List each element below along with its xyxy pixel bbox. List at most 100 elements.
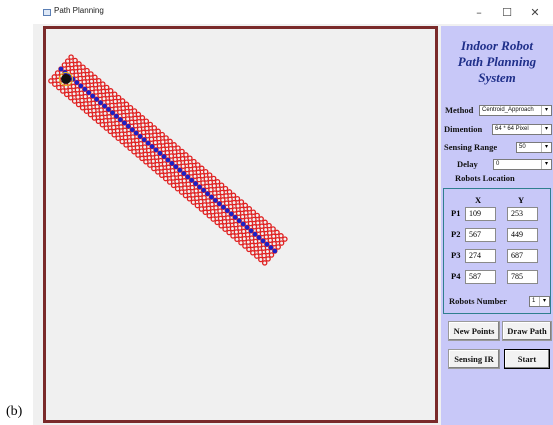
maximize-icon[interactable]: ☐	[495, 4, 519, 22]
path-dot	[141, 137, 147, 143]
sensing-circle	[155, 128, 161, 135]
p4-y-input[interactable]: 785	[507, 270, 538, 284]
sensing-circle	[222, 226, 228, 232]
sensing-circle	[165, 164, 172, 171]
sensing-circle	[81, 79, 87, 85]
sensing-circle	[124, 116, 131, 122]
path-canvas[interactable]	[43, 26, 438, 423]
sensing-circle	[154, 161, 160, 168]
close-icon[interactable]: ✕	[523, 4, 547, 22]
sensing-circle	[163, 142, 170, 149]
path-dot	[98, 100, 103, 105]
sensing-circle	[243, 210, 249, 216]
sensing-circle	[218, 223, 224, 229]
sensing-circle	[175, 152, 182, 159]
sensing-circle	[245, 239, 252, 245]
start-button[interactable]: Start	[504, 349, 550, 369]
dimention-select[interactable]: 64 * 64 Pixel ▾	[492, 124, 552, 135]
sensing-circle	[48, 78, 54, 84]
sensing-circle	[166, 179, 173, 185]
path-dot	[209, 194, 214, 200]
sensing-circle	[178, 182, 184, 188]
sensing-circle	[202, 168, 209, 175]
sensing-circle	[126, 138, 133, 144]
sensing-circle	[160, 139, 166, 145]
path-dot	[122, 120, 127, 126]
p3-x-input[interactable]: 274	[465, 249, 496, 263]
method-select[interactable]: Centroid_Approach ▾	[479, 105, 552, 116]
sensing-circle	[100, 81, 106, 87]
sensing-circle	[131, 148, 137, 155]
sensing-circle	[230, 233, 236, 239]
sensing-circle	[159, 131, 165, 138]
sensing-circle	[217, 208, 223, 214]
sensing-circle	[260, 245, 267, 251]
p2-x-input[interactable]: 567	[465, 228, 496, 242]
control-panel: Indoor Robot Path Planning System Method…	[441, 26, 553, 425]
robots-number-select[interactable]: 1 ▾	[529, 296, 550, 307]
sensing-circle	[99, 114, 105, 121]
sensing-circle	[79, 105, 86, 111]
path-dot	[232, 215, 238, 220]
sensing-circle	[267, 237, 274, 244]
robot-row-label: P2	[451, 229, 461, 239]
sensing-circle	[238, 239, 244, 246]
path-dot	[58, 66, 64, 72]
title-bar[interactable]: Path Planning – ☐ ✕	[33, 0, 553, 24]
sensing-circle	[60, 88, 66, 94]
sensing-circle	[188, 170, 194, 176]
sensing-circle	[195, 169, 202, 176]
sensing-circle	[138, 148, 145, 154]
sensing-circle	[61, 62, 68, 68]
sensing-circle	[247, 213, 253, 219]
sensing-circle	[116, 102, 122, 108]
sensing-circle	[104, 92, 111, 98]
sensing-circle	[86, 97, 93, 103]
draw-path-button[interactable]: Draw Path	[502, 321, 552, 341]
sensing-circle	[238, 199, 245, 205]
sensing-circle	[56, 84, 62, 91]
sensing-circle	[147, 162, 153, 168]
sensing-circle	[123, 101, 130, 108]
sensing-circle	[210, 216, 216, 222]
column-x-header: X	[475, 195, 482, 205]
sensing-circle	[132, 122, 139, 129]
sensing-circle	[110, 117, 116, 123]
sensing-circle	[168, 153, 175, 159]
minimize-icon[interactable]: –	[467, 4, 491, 22]
sensing-circle	[244, 231, 251, 238]
p1-x-input[interactable]: 109	[465, 207, 496, 221]
p3-y-input[interactable]: 687	[507, 249, 538, 263]
p2-y-input[interactable]: 449	[507, 228, 538, 242]
sensing-circle	[250, 250, 256, 256]
chevron-down-icon: ▾	[541, 143, 551, 152]
sensing-circle	[237, 232, 244, 239]
new-points-button[interactable]: New Points	[448, 321, 500, 341]
sensing-circle	[226, 229, 232, 236]
p4-x-input[interactable]: 587	[465, 270, 496, 284]
path-dot	[256, 235, 262, 240]
sensing-range-select[interactable]: 50 ▾	[516, 142, 552, 153]
sensing-circle	[258, 216, 264, 222]
p1-y-input[interactable]: 253	[507, 207, 538, 221]
sensing-circle	[204, 183, 210, 190]
sensing-circle	[162, 175, 169, 182]
sensing-circle	[108, 95, 115, 101]
sensing-circle	[206, 212, 213, 219]
sensing-circle	[106, 121, 113, 127]
sensing-circle	[231, 207, 238, 213]
sensing-circle	[203, 176, 210, 182]
sensing-circle	[265, 256, 271, 262]
sensing-circle	[152, 132, 158, 138]
sensing-circle	[119, 138, 125, 145]
sensing-circle	[146, 155, 153, 161]
app-title: Indoor Robot Path Planning System	[441, 38, 553, 86]
sensing-ir-button[interactable]: Sensing IR	[448, 349, 500, 369]
path-dot	[157, 151, 163, 156]
sensing-circle	[88, 71, 94, 77]
delay-select[interactable]: 0 ▾	[493, 159, 552, 170]
window-title: Path Planning	[54, 6, 104, 15]
delay-label: Delay	[457, 159, 478, 169]
path-dot	[153, 147, 159, 153]
sensing-circle	[87, 104, 93, 111]
